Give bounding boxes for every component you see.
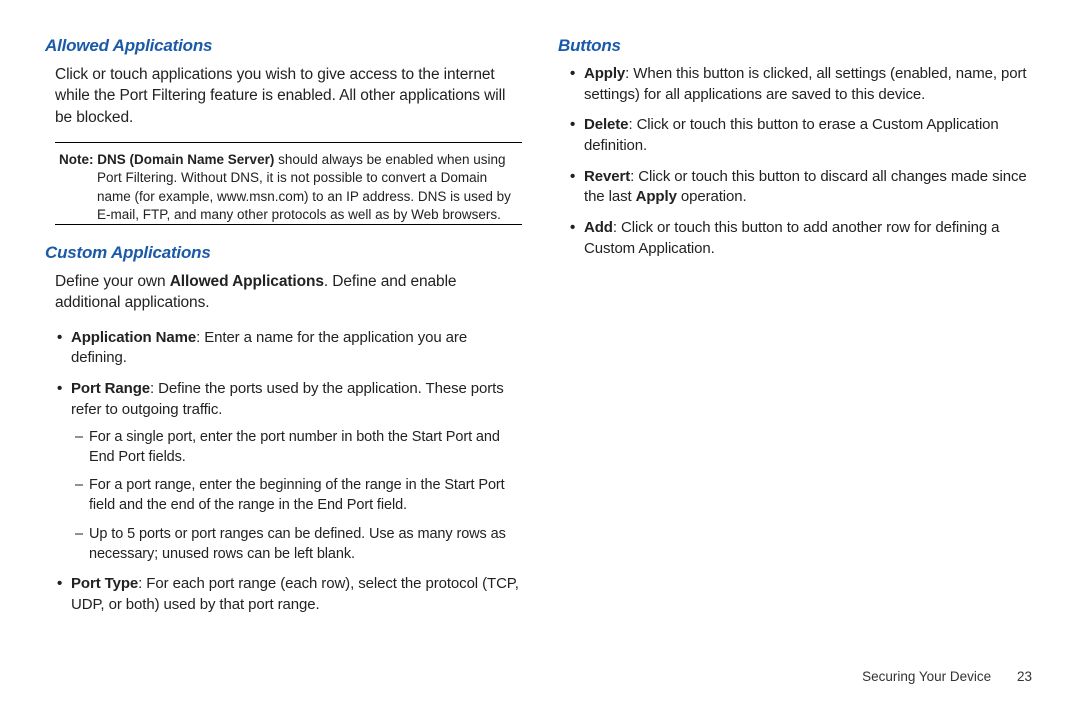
page-footer: Securing Your Device 23 <box>862 669 1032 684</box>
bullet-text: : Click or touch this button to add anot… <box>584 219 999 257</box>
revert-post: operation. <box>677 188 747 205</box>
heading-allowed-applications: Allowed Applications <box>45 36 522 56</box>
revert-bold: Apply <box>636 188 677 205</box>
bullet-text: : For each port range (each row), select… <box>71 575 519 613</box>
port-range-sublist: For a single port, enter the port number… <box>75 427 522 565</box>
bullet-label: Apply <box>584 65 625 82</box>
footer-page-number: 23 <box>1017 669 1032 684</box>
bullet-label: Revert <box>584 168 630 185</box>
custom-intro-bold: Allowed Applications <box>170 273 324 290</box>
left-column: Allowed Applications Click or touch appl… <box>45 36 522 700</box>
heading-custom-applications: Custom Applications <box>45 243 522 263</box>
list-item: Add: Click or touch this button to add a… <box>570 218 1035 259</box>
list-item: Port Type: For each port range (each row… <box>57 574 522 615</box>
allowed-applications-body: Click or touch applications you wish to … <box>55 64 520 128</box>
page-content: Allowed Applications Click or touch appl… <box>0 0 1080 720</box>
list-item: Up to 5 ports or port ranges can be defi… <box>75 524 522 565</box>
list-item: For a port range, enter the beginning of… <box>75 475 522 516</box>
list-item: Application Name: Enter a name for the a… <box>57 328 522 369</box>
bullet-label: Add <box>584 219 613 236</box>
bullet-label: Delete <box>584 116 628 133</box>
bullet-text: : When this button is clicked, all setti… <box>584 65 1026 103</box>
heading-buttons: Buttons <box>558 36 1035 56</box>
bullet-label: Application Name <box>71 329 196 346</box>
list-item: For a single port, enter the port number… <box>75 427 522 468</box>
right-column: Buttons Apply: When this button is click… <box>558 36 1035 700</box>
custom-applications-intro: Define your own Allowed Applications. De… <box>55 271 520 314</box>
note-strong: DNS (Domain Name Server) <box>97 152 274 167</box>
footer-section: Securing Your Device <box>862 669 991 684</box>
bullet-label: Port Range <box>71 380 150 397</box>
custom-applications-list: Application Name: Enter a name for the a… <box>57 328 522 616</box>
bullet-label: Port Type <box>71 575 138 592</box>
list-item: Revert: Click or touch this button to di… <box>570 167 1035 208</box>
bullet-text: : Click or touch this button to erase a … <box>584 116 999 154</box>
note-dns: Note: DNS (Domain Name Server) should al… <box>55 143 522 225</box>
note-label: Note: <box>59 152 94 167</box>
list-item: Apply: When this button is clicked, all … <box>570 64 1035 105</box>
list-item: Delete: Click or touch this button to er… <box>570 115 1035 156</box>
custom-intro-pre: Define your own <box>55 273 170 290</box>
list-item: Port Range: Define the ports used by the… <box>57 379 522 564</box>
buttons-list: Apply: When this button is clicked, all … <box>570 64 1035 260</box>
